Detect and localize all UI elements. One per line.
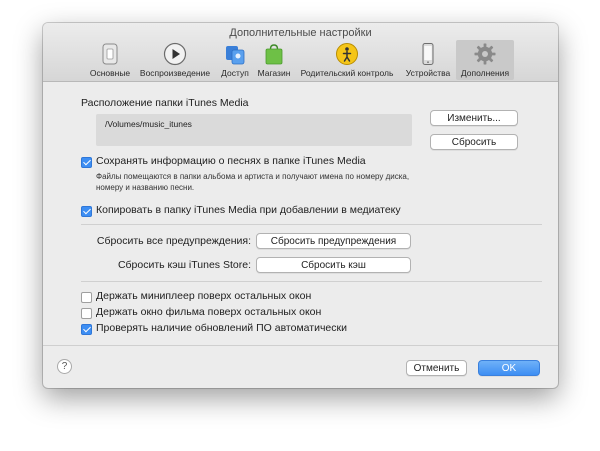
sharing-icon <box>226 46 245 65</box>
tab-label: Магазин <box>257 68 291 78</box>
media-path: /Volumes/music_itunes <box>105 119 192 129</box>
tab-label: Основные <box>89 68 131 78</box>
keep-organized-label: Сохранять информацию о песнях в папке iT… <box>96 155 366 167</box>
separator <box>81 281 542 282</box>
auto-updates-label: Проверять наличие обновлений ПО автомати… <box>96 322 347 334</box>
ok-button[interactable]: OK <box>478 360 540 376</box>
tab-general[interactable]: Основные <box>86 40 134 80</box>
tab-label: Родительский контроль <box>300 68 394 78</box>
tab-label: Устройства <box>405 68 451 78</box>
tab-label: Дополнения <box>460 68 510 78</box>
play-icon <box>163 42 187 66</box>
toolbar: Дополнительные настройки Основные Воспро… <box>43 23 558 82</box>
auto-updates-checkbox[interactable] <box>81 324 92 335</box>
phone-switch-icon <box>102 43 118 65</box>
copy-files-label: Копировать в папку iTunes Media при доба… <box>96 204 401 216</box>
preferences-window: Дополнительные настройки Основные Воспро… <box>43 23 558 388</box>
window-title: Дополнительные настройки <box>229 27 372 39</box>
tab-label: Воспроизведение <box>139 68 211 78</box>
media-section-title: Расположение папки iTunes Media <box>81 97 249 109</box>
separator <box>81 224 542 225</box>
tab-label: Доступ <box>221 68 249 78</box>
media-path-box: /Volumes/music_itunes <box>96 114 412 146</box>
movie-window-label: Держать окно фильма поверх остальных око… <box>96 306 322 318</box>
gear-icon <box>474 43 496 65</box>
reset-cache-label: Сбросить кэш iTunes Store: <box>117 259 251 271</box>
keep-organized-checkbox[interactable] <box>81 157 92 168</box>
copy-files-checkbox[interactable] <box>81 206 92 217</box>
tab-parental[interactable]: Родительский контроль <box>294 40 400 80</box>
help-button[interactable]: ? <box>57 359 72 374</box>
tab-store[interactable]: Магазин <box>255 40 293 80</box>
reset-warnings-label: Сбросить все предупреждения: <box>96 235 251 247</box>
tab-sharing[interactable]: Доступ <box>216 40 254 80</box>
keep-organized-description: Файлы помещаются в папки альбома и артис… <box>96 172 410 192</box>
change-button[interactable]: Изменить... <box>430 110 518 126</box>
iphone-icon <box>422 43 434 65</box>
tab-advanced[interactable]: Дополнения <box>456 40 514 80</box>
miniplayer-label: Держать миниплеер поверх остальных окон <box>96 290 312 302</box>
reset-button[interactable]: Сбросить <box>430 134 518 150</box>
miniplayer-checkbox[interactable] <box>81 292 92 303</box>
tab-playback[interactable]: Воспроизведение <box>136 40 214 80</box>
tab-devices[interactable]: Устройства <box>402 40 454 80</box>
footer-separator <box>43 345 558 346</box>
cancel-button[interactable]: Отменить <box>406 360 467 376</box>
parental-control-icon <box>336 43 358 65</box>
reset-warnings-button[interactable]: Сбросить предупреждения <box>256 233 411 249</box>
movie-window-checkbox[interactable] <box>81 308 92 319</box>
store-bag-icon <box>265 44 283 65</box>
reset-cache-button[interactable]: Сбросить кэш <box>256 257 411 273</box>
